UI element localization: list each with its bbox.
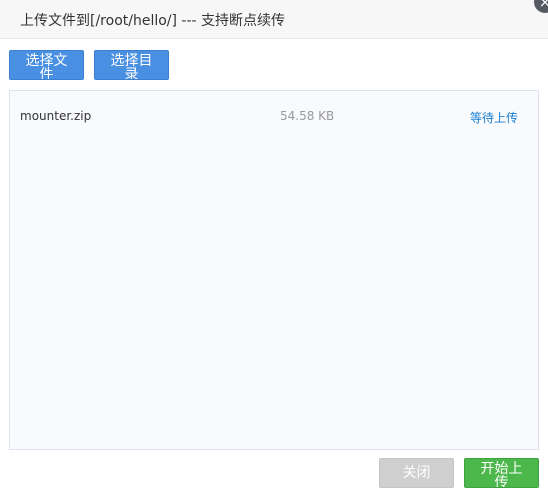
select-files-label: 选择文件 — [25, 53, 68, 80]
start-upload-label: 开始上传 — [480, 461, 523, 488]
dialog-titlebar: 上传文件到[/root/hello/] --- 支持断点续传 — [0, 0, 548, 39]
file-list: mounter.zip 54.58 KB 等待上传 — [9, 90, 539, 450]
select-files-button[interactable]: 选择文件 — [9, 50, 84, 80]
upload-dialog: 上传文件到[/root/hello/] --- 支持断点续传 × 选择文件 选择… — [0, 0, 548, 495]
file-row: mounter.zip 54.58 KB 等待上传 — [10, 105, 538, 129]
file-name: mounter.zip — [20, 109, 92, 123]
close-button[interactable]: 关闭 — [379, 458, 454, 488]
select-directory-label: 选择目录 — [110, 53, 153, 80]
start-upload-button[interactable]: 开始上传 — [464, 458, 539, 488]
dialog-title: 上传文件到[/root/hello/] --- 支持断点续传 — [20, 13, 286, 29]
file-status-link[interactable]: 等待上传 — [470, 109, 518, 126]
file-size: 54.58 KB — [280, 109, 335, 123]
select-directory-button[interactable]: 选择目录 — [94, 50, 169, 80]
